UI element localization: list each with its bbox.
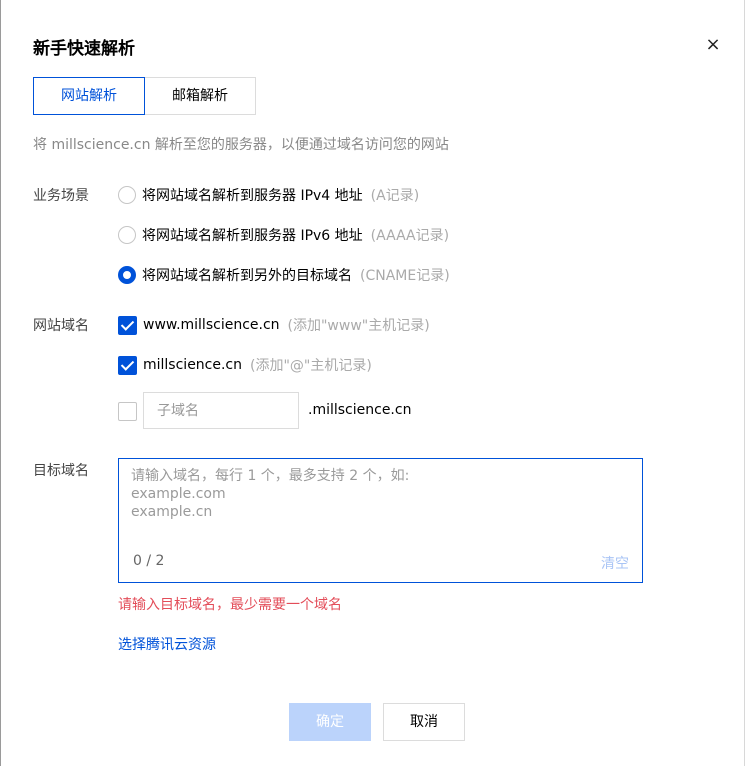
radio-option-hint: (AAAA记录) — [370, 228, 450, 244]
target-domain-label: 目标域名 — [33, 463, 89, 479]
subdomain-suffix: .millscience.cn — [308, 402, 412, 418]
tab-website-resolution[interactable]: 网站解析 — [33, 77, 145, 115]
radio-option-hint: (A记录) — [370, 188, 420, 204]
window-edge-left — [0, 0, 1, 766]
scene-label: 业务场景 — [33, 188, 89, 204]
confirm-button[interactable]: 确定 — [289, 703, 371, 741]
tab-mailbox-resolution[interactable]: 邮箱解析 — [144, 77, 256, 115]
radio-circle-icon[interactable] — [118, 186, 136, 204]
description-text: 将 millscience.cn 解析至您的服务器，以便通过域名访问您的网站 — [33, 137, 449, 153]
radio-option-text: 将网站域名解析到服务器 IPv6 地址 — [142, 228, 363, 244]
radio-checked-icon[interactable] — [118, 266, 136, 284]
checkbox-unchecked-icon[interactable] — [118, 401, 137, 421]
checkbox-www-domain[interactable]: www.millscience.cn (添加"www"主机记录) — [118, 315, 430, 335]
checkbox-root-domain[interactable]: millscience.cn (添加"@"主机记录) — [118, 355, 372, 375]
radio-option-ipv4[interactable]: 将网站域名解析到服务器 IPv4 地址 (A记录) — [118, 185, 419, 205]
tab-bar: 网站解析 邮箱解析 — [33, 77, 256, 115]
radio-option-text: 将网站域名解析到另外的目标域名 — [142, 268, 352, 284]
checkbox-checked-icon[interactable] — [118, 315, 137, 335]
select-tencent-resource-link[interactable]: 选择腾讯云资源 — [118, 634, 216, 654]
char-counter: 0 / 2 — [133, 553, 165, 569]
site-domain-label: 网站域名 — [33, 318, 89, 334]
checkbox-hint: (添加"@"主机记录) — [250, 358, 372, 374]
radio-option-hint: (CNAME记录) — [360, 268, 450, 284]
checkbox-text: www.millscience.cn — [143, 317, 280, 333]
cancel-button[interactable]: 取消 — [383, 703, 465, 741]
clear-button[interactable]: 清空 — [601, 553, 629, 573]
checkbox-subdomain[interactable] — [118, 401, 143, 421]
subdomain-input[interactable] — [143, 392, 299, 429]
close-icon[interactable]: × — [704, 36, 722, 54]
dialog-title: 新手快速解析 — [33, 39, 135, 59]
checkbox-hint: (添加"www"主机记录) — [287, 318, 430, 334]
radio-option-text: 将网站域名解析到服务器 IPv4 地址 — [142, 188, 363, 204]
checkbox-checked-icon[interactable] — [118, 355, 137, 375]
radio-circle-icon[interactable] — [118, 226, 136, 244]
radio-option-cname[interactable]: 将网站域名解析到另外的目标域名 (CNAME记录) — [118, 265, 450, 285]
checkbox-text: millscience.cn — [143, 357, 243, 373]
radio-option-ipv6[interactable]: 将网站域名解析到服务器 IPv6 地址 (AAAA记录) — [118, 225, 449, 245]
error-message: 请输入目标域名，最少需要一个域名 — [118, 597, 342, 613]
target-domain-textarea-box: 0 / 2 清空 — [118, 458, 643, 583]
target-domain-textarea[interactable] — [131, 467, 631, 537]
